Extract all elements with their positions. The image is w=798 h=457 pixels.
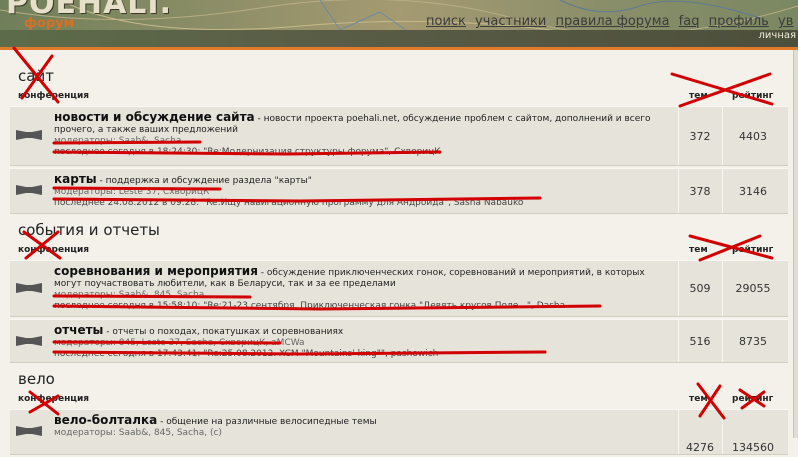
- forum-folder-icon: [16, 185, 42, 195]
- rating-value: 29055: [722, 261, 783, 316]
- table-header: конференция тем рейтинг: [10, 240, 788, 260]
- forum-name-link[interactable]: вело-болталка: [54, 413, 157, 427]
- rating-value: 8735: [722, 320, 783, 362]
- category-title: события и отчеты: [18, 221, 160, 239]
- forum-index: сайт конференция тем рейтинг новости и о…: [10, 58, 788, 457]
- forum-last-post[interactable]: последнее 24.08.2012 в 09:28: "Re:Ищу на…: [54, 198, 523, 208]
- forum-info: отчеты - отчеты о походах, покатушках и …: [54, 323, 674, 360]
- forum-folder-icon: [16, 336, 42, 346]
- col-forum: конференция: [18, 394, 90, 404]
- forum-folder-icon: [16, 130, 42, 140]
- category-title: вело: [18, 370, 55, 388]
- table-header: конференция тем рейтинг: [10, 86, 788, 106]
- forum-folder-icon: [16, 283, 42, 293]
- forum-name-link[interactable]: новости и обсуждение сайта: [54, 110, 255, 124]
- nav-members[interactable]: участники: [475, 14, 546, 29]
- col-rating: рейтинг: [732, 394, 774, 404]
- forum-last-post[interactable]: последнее сегодня в 18:24:30: "Re:Модерн…: [54, 147, 441, 157]
- nav-rules[interactable]: правила форума: [556, 14, 670, 29]
- forum-moderators: модераторы: Saab&, 845, Sacha: [54, 290, 205, 300]
- topic-count: 4276: [678, 410, 721, 454]
- header-subbar: [0, 30, 798, 48]
- table-header: конференция тем рейтинг: [10, 389, 788, 409]
- rating-value: 134560: [722, 410, 783, 454]
- col-forum: конференция: [18, 91, 90, 101]
- forum-info: новости и обсуждение сайта - новости про…: [54, 110, 674, 158]
- topic-count: 509: [678, 261, 721, 316]
- forum-info: вело-болталка - общение на различные вел…: [54, 413, 674, 439]
- header-divider: [0, 47, 798, 50]
- forum-row[interactable]: вело-болталка - общение на различные вел…: [10, 409, 788, 455]
- category-title: сайт: [18, 67, 54, 85]
- site-header: POEHALI. форум поиск участники правила ф…: [0, 0, 798, 48]
- topic-count: 372: [678, 107, 721, 165]
- nav-profile[interactable]: профиль: [709, 14, 769, 29]
- forum-row[interactable]: соревнования и мероприятия - обсуждение …: [10, 260, 788, 317]
- col-forum: конференция: [18, 245, 90, 255]
- forum-moderators: модераторы: Leste 37, СхворицК: [54, 187, 210, 197]
- forum-name-link[interactable]: отчеты: [54, 323, 103, 337]
- forum-description: - общение на различные велосипедные темы: [157, 417, 377, 427]
- rating-value: 4403: [722, 107, 783, 165]
- forum-description: - поддержка и обсуждение раздела "карты": [96, 176, 312, 186]
- nav-faq[interactable]: faq: [679, 14, 700, 29]
- col-topics: тем: [689, 394, 708, 404]
- forum-folder-icon: [16, 426, 42, 436]
- forum-row[interactable]: карты - поддержка и обсуждение раздела "…: [10, 168, 788, 214]
- topic-count: 378: [678, 169, 721, 213]
- forum-name-link[interactable]: карты: [54, 172, 97, 186]
- forum-moderators: модераторы: Saab&, 845, Sacha, (с): [54, 428, 222, 438]
- col-rating: рейтинг: [732, 91, 774, 101]
- forum-description: - отчеты о походах, покатушках и соревно…: [103, 327, 344, 337]
- col-topics: тем: [689, 245, 708, 255]
- forum-info: карты - поддержка и обсуждение раздела "…: [54, 172, 674, 209]
- rating-value: 3146: [722, 169, 783, 213]
- nav-more[interactable]: ув: [778, 14, 793, 29]
- col-rating: рейтинг: [732, 245, 774, 255]
- forum-last-post[interactable]: последнее сегодня в 15:58:10: "Re:21-23 …: [54, 301, 565, 311]
- forum-moderators: модераторы: Saab&, Sacha: [54, 136, 182, 146]
- forum-row[interactable]: новости и обсуждение сайта - новости про…: [10, 106, 788, 166]
- section-label: форум: [24, 16, 75, 31]
- forum-moderators: модераторы: 845, Leste 37, Sacha, Схвори…: [54, 338, 305, 348]
- forum-info: соревнования и мероприятия - обсуждение …: [54, 264, 674, 312]
- nav-search[interactable]: поиск: [426, 14, 466, 29]
- scrollbar[interactable]: [793, 50, 798, 438]
- forum-row[interactable]: отчеты - отчеты о походах, покатушках и …: [10, 319, 788, 363]
- topic-count: 516: [678, 320, 721, 362]
- forum-last-post[interactable]: последнее сегодня в 17:43:41: "Re:25.08.…: [54, 349, 438, 359]
- forum-name-link[interactable]: соревнования и мероприятия: [54, 264, 258, 278]
- col-topics: тем: [689, 91, 708, 101]
- personal-link[interactable]: личная: [759, 30, 796, 41]
- top-nav: поиск участники правила форума faq профи…: [426, 14, 798, 29]
